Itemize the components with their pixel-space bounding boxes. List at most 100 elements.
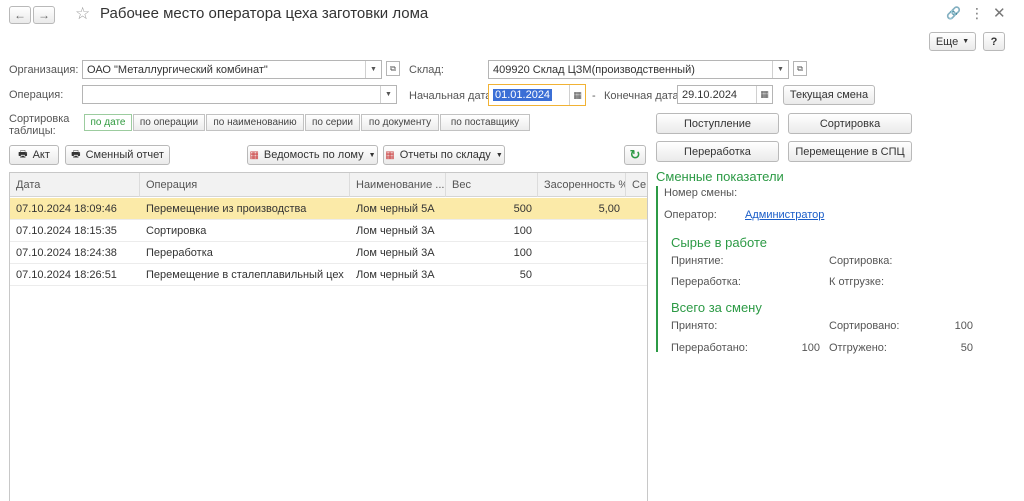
sorting-stat-label: Сортировка:	[829, 255, 893, 267]
warehouse-dropdown-icon[interactable]: ▼	[772, 61, 788, 78]
table-row[interactable]: 07.10.2024 18:09:46 Перемещение из произ…	[10, 198, 647, 220]
transfer-button[interactable]: Перемещение в СПЦ	[788, 141, 912, 162]
date-dash: -	[592, 90, 596, 102]
warehouse-value: 409920 Склад ЦЗМ(производственный)	[493, 63, 695, 76]
start-date-value: 01.01.2024	[493, 89, 553, 101]
warehouse-open-icon[interactable]: ⧉	[793, 61, 807, 76]
cell-date: 07.10.2024 18:26:51	[16, 268, 117, 281]
printer-icon: 🖶	[18, 148, 28, 160]
cell-operation: Перемещение из производства	[146, 202, 307, 215]
cell-date: 07.10.2024 18:15:35	[16, 224, 117, 237]
accepted-label: Принято:	[671, 320, 718, 332]
sort-by-supplier[interactable]: по поставщику	[440, 114, 530, 131]
to-ship-label: К отгрузке:	[829, 276, 885, 288]
processed-label: Переработано:	[671, 342, 748, 354]
cell-date: 07.10.2024 18:09:46	[16, 202, 117, 215]
warehouse-reports-button[interactable]: ▦ Отчеты по складу ▼	[383, 145, 505, 165]
act-label: Акт	[32, 149, 50, 161]
close-icon[interactable]: ✕	[993, 4, 1006, 22]
scrap-statement-button[interactable]: ▦ Ведомость по лому ▼	[247, 145, 378, 165]
start-date-calendar-icon[interactable]: ▦	[569, 85, 585, 105]
sort-by-series[interactable]: по серии	[305, 114, 360, 131]
cell-weight: 50	[519, 268, 532, 281]
shift-panel-border	[656, 186, 658, 352]
arrow-left-icon: ←	[14, 8, 26, 22]
warehouse-label: Склад:	[409, 64, 444, 76]
cell-name: Лом черный 5А	[356, 202, 435, 215]
sort-by-name[interactable]: по наименованию	[206, 114, 304, 131]
shift-total-title: Всего за смену	[671, 300, 762, 315]
table-row[interactable]: 07.10.2024 18:15:35 Сортировка Лом черны…	[10, 220, 647, 242]
table-row[interactable]: 07.10.2024 18:24:38 Переработка Лом черн…	[10, 242, 647, 264]
cell-contamination	[538, 264, 626, 285]
refresh-button[interactable]: ↻	[624, 145, 646, 165]
arrow-right-icon: →	[38, 8, 50, 22]
warehouse-reports-label: Отчеты по складу	[399, 149, 491, 161]
operation-label: Операция:	[9, 89, 64, 101]
processing-button[interactable]: Переработка	[656, 141, 779, 162]
forward-button[interactable]: →	[33, 6, 55, 24]
current-shift-button[interactable]: Текущая смена	[783, 85, 875, 105]
back-button[interactable]: ←	[9, 6, 31, 24]
sort-by-document[interactable]: по документу	[361, 114, 439, 131]
col-series[interactable]: Се	[626, 173, 647, 197]
operation-field[interactable]: ▼	[82, 85, 397, 104]
cell-weight: 500	[513, 202, 532, 215]
org-field[interactable]: ОАО "Металлургический комбинат" ▼	[82, 60, 382, 79]
chevron-down-icon: ▼	[962, 38, 970, 45]
sorted-label: Сортировано:	[829, 320, 900, 332]
shipped-label: Отгружено:	[829, 342, 887, 354]
sorted-value: 100	[954, 320, 973, 332]
org-open-icon[interactable]: ⧉	[386, 61, 400, 76]
cell-name: Лом черный 3А	[356, 268, 435, 281]
cell-weight: 100	[513, 246, 532, 259]
start-date-label: Начальная дата:	[409, 90, 495, 102]
operator-link[interactable]: Администратор	[745, 209, 824, 221]
cell-contamination	[538, 220, 626, 241]
shift-panel-title: Сменные показатели	[656, 169, 784, 184]
more-label: Еще	[935, 35, 959, 48]
more-vertical-icon[interactable]: ⋮	[970, 5, 984, 22]
act-button[interactable]: 🖶 Акт	[9, 145, 59, 165]
operations-table[interactable]: Дата Операция Наименование ... Вес Засор…	[9, 172, 648, 501]
end-date-calendar-icon[interactable]: ▦	[756, 86, 772, 103]
warehouse-field[interactable]: 409920 Склад ЦЗМ(производственный) ▼	[488, 60, 789, 79]
operation-dropdown-icon[interactable]: ▼	[380, 86, 396, 103]
org-label: Организация:	[9, 64, 79, 76]
sorting-button[interactable]: Сортировка	[788, 113, 912, 134]
cell-weight: 100	[513, 224, 532, 237]
cell-operation: Переработка	[146, 246, 213, 259]
cell-name: Лом черный 3А	[356, 246, 435, 259]
operator-label: Оператор:	[664, 209, 717, 221]
col-weight[interactable]: Вес	[446, 173, 538, 197]
cell-contamination	[538, 242, 626, 263]
scrap-statement-label: Ведомость по лому	[263, 149, 364, 161]
table-row[interactable]: 07.10.2024 18:26:51 Перемещение в сталеп…	[10, 264, 647, 286]
col-date[interactable]: Дата	[10, 173, 140, 197]
shift-report-label: Сменный отчет	[85, 149, 164, 161]
sort-by-date[interactable]: по дате	[84, 114, 132, 131]
cell-operation: Перемещение в сталеплавильный цех	[146, 268, 344, 281]
help-button[interactable]: ?	[983, 32, 1005, 51]
intake-label: Принятие:	[671, 255, 724, 267]
col-operation[interactable]: Операция	[140, 173, 350, 197]
end-date-label: Конечная дата:	[604, 90, 682, 102]
processing-stat-label: Переработка:	[671, 276, 741, 288]
col-name[interactable]: Наименование ...	[350, 173, 446, 197]
col-contamination[interactable]: Засоренность %	[538, 173, 626, 197]
refresh-icon: ↻	[629, 147, 641, 162]
table-header: Дата Операция Наименование ... Вес Засор…	[10, 173, 647, 197]
sort-by-operation[interactable]: по операции	[133, 114, 205, 131]
report-icon: ▦	[385, 149, 395, 161]
shift-report-button[interactable]: 🖶 Сменный отчет	[65, 145, 170, 165]
org-dropdown-icon[interactable]: ▼	[365, 61, 381, 78]
processed-value: 100	[801, 342, 820, 354]
end-date-field[interactable]: 29.10.2024 ▦	[677, 85, 773, 104]
shipped-value: 50	[960, 342, 973, 354]
org-value: ОАО "Металлургический комбинат"	[87, 63, 268, 76]
more-button[interactable]: Еще ▼	[929, 32, 976, 51]
link-icon[interactable]: 🔗	[946, 6, 961, 20]
receipt-button[interactable]: Поступление	[656, 113, 779, 134]
star-icon[interactable]: ☆	[75, 4, 90, 24]
start-date-field[interactable]: 01.01.2024 ▦	[488, 84, 586, 106]
